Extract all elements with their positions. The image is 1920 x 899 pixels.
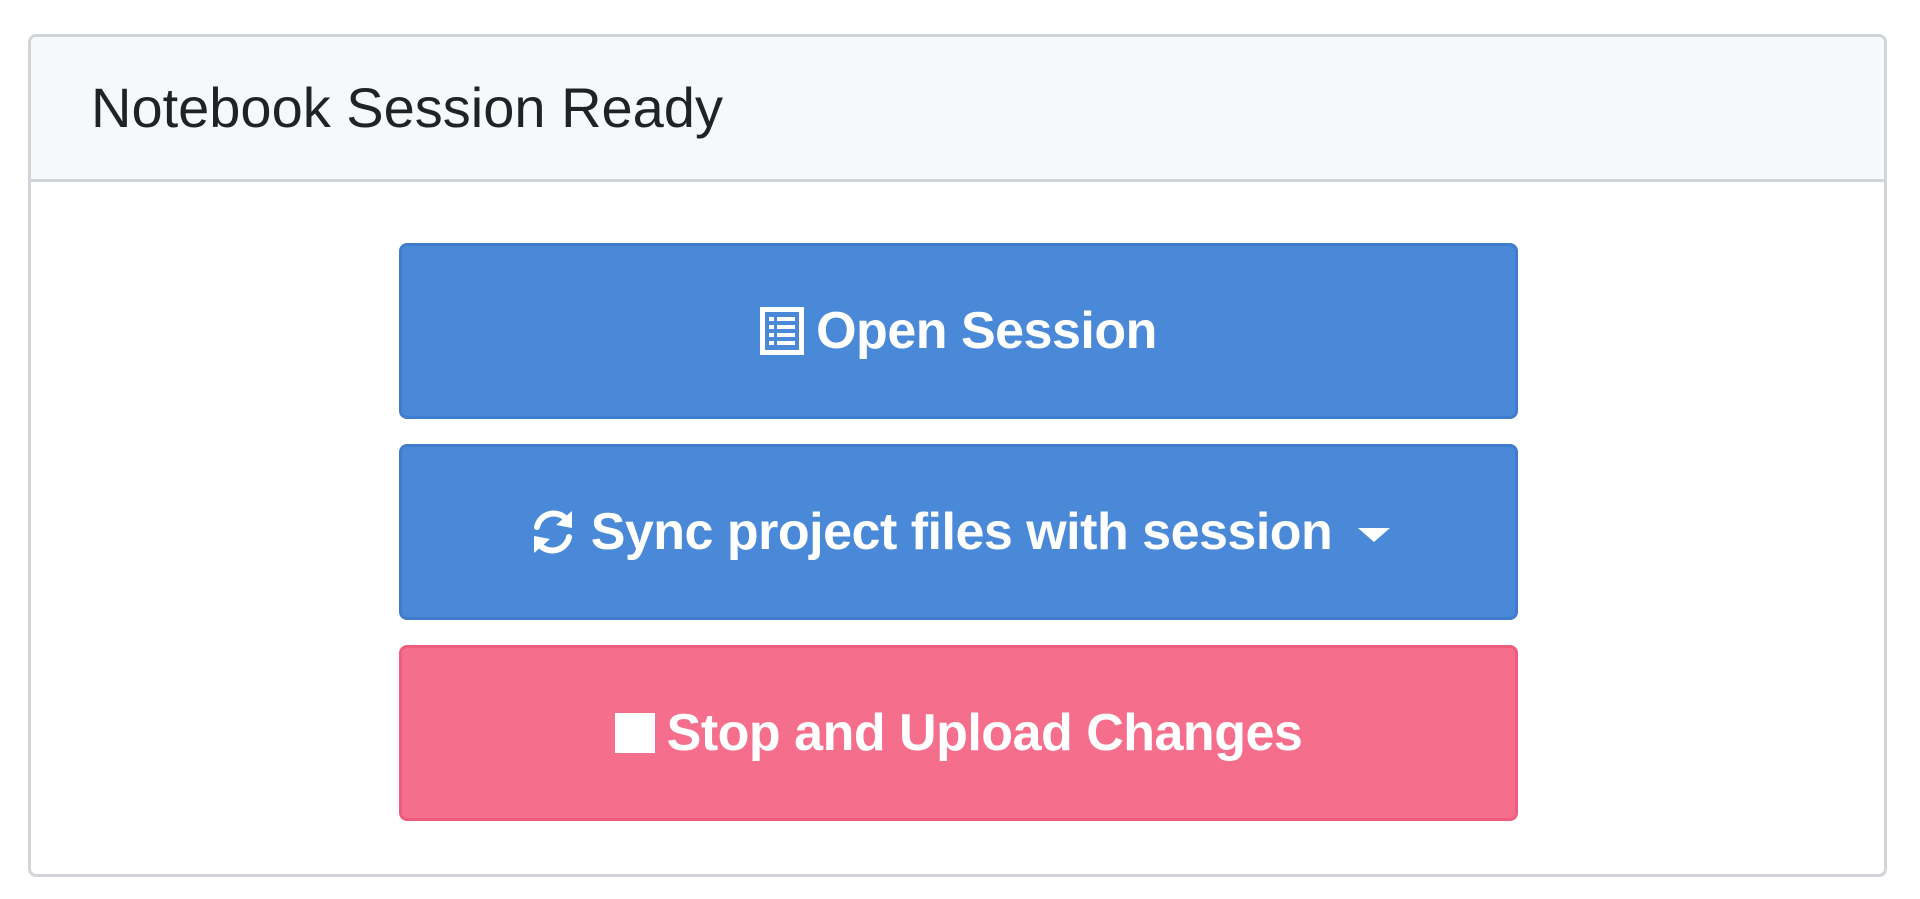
stop-icon	[614, 713, 655, 753]
list-alt-icon	[760, 307, 805, 355]
card-header: Notebook Session Ready	[31, 37, 1884, 182]
open-session-label: Open Session	[816, 302, 1157, 360]
sync-files-label: Sync project files with session	[590, 503, 1333, 561]
refresh-icon	[527, 506, 579, 558]
caret-down-icon[interactable]	[1358, 528, 1391, 542]
sync-files-button[interactable]: Sync project files with session	[399, 444, 1518, 620]
card-title: Notebook Session Ready	[91, 76, 723, 139]
stop-upload-button[interactable]: Stop and Upload Changes	[399, 645, 1518, 821]
open-session-button[interactable]: Open Session	[399, 243, 1518, 419]
session-card: Notebook Session Ready Open Session Sync…	[28, 34, 1887, 877]
stop-upload-label: Stop and Upload Changes	[666, 704, 1303, 762]
